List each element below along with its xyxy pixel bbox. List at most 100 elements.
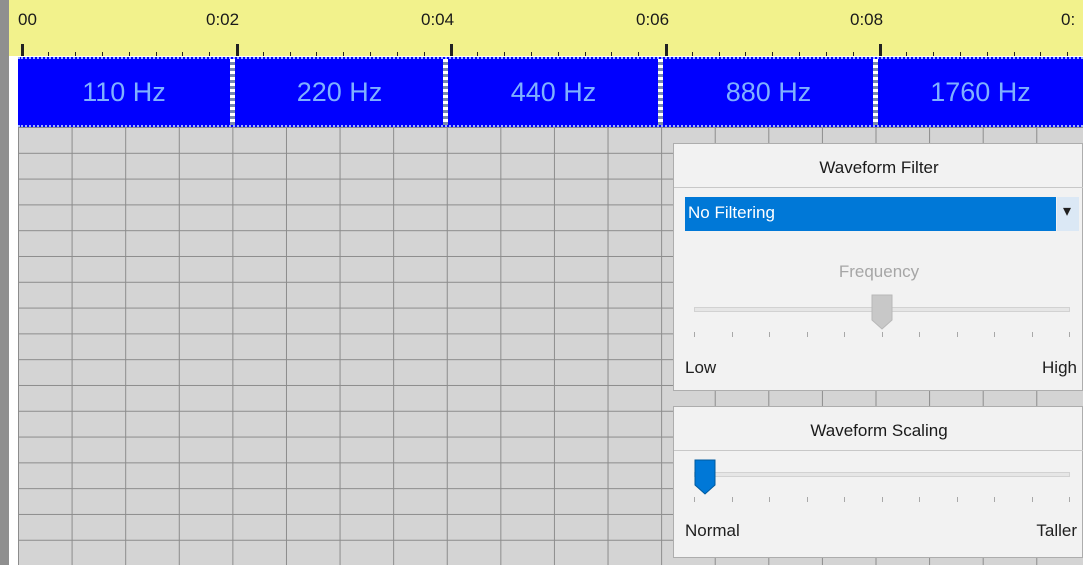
ruler-minor-tick	[1013, 52, 1015, 56]
ruler-minor-tick	[504, 52, 506, 56]
slider-tick	[957, 497, 958, 502]
ruler-minor-tick	[638, 52, 640, 56]
waveform-filter-title: Waveform Filter	[819, 158, 939, 177]
ruler-minor-tick	[718, 52, 720, 56]
ruler-minor-tick	[343, 52, 345, 56]
slider-tick	[732, 497, 733, 502]
segment-label: 1760 Hz	[930, 76, 1031, 107]
chevron-down-icon: ▾	[1063, 203, 1072, 220]
ruler-minor-tick	[745, 52, 747, 56]
slider-tick	[844, 332, 845, 337]
slider-tick	[769, 332, 770, 337]
ruler-label-0-04: 0:04	[421, 10, 455, 29]
ruler-minor-tick	[101, 52, 103, 56]
panel-divider	[674, 450, 1083, 451]
ruler-minor-tick	[799, 52, 801, 56]
ruler-minor-tick	[933, 52, 935, 56]
slider-tick	[807, 332, 808, 337]
timeline-ruler[interactable]: 00 0:02 0:04 0:06 0:08 0:	[9, 0, 1083, 56]
ruler-minor-tick	[155, 52, 157, 56]
slider-tick	[844, 497, 845, 502]
waveform-scaling-title: Waveform Scaling	[810, 421, 948, 440]
segment-880hz[interactable]: 880 Hz	[663, 59, 874, 125]
ruler-minor-tick	[906, 52, 908, 56]
ruler-minor-tick	[611, 52, 613, 56]
segment-label: 110 Hz	[82, 76, 166, 107]
slider-tick	[994, 497, 995, 502]
slider-tick	[769, 497, 770, 502]
slider-tick	[919, 332, 920, 337]
low-label: Low	[685, 358, 717, 377]
waveform-filter-panel: Waveform Filter No Filtering ▾ Frequency…	[673, 143, 1083, 391]
ruler-minor-tick	[477, 52, 479, 56]
ruler-major-tick	[664, 44, 668, 56]
filter-dropdown-button[interactable]: ▾	[1057, 197, 1079, 231]
slider-tick	[732, 332, 733, 337]
segment-110hz[interactable]: 110 Hz	[18, 59, 230, 125]
slider-tick	[919, 497, 920, 502]
taller-label: Taller	[1036, 521, 1077, 540]
high-label: High	[1042, 358, 1077, 377]
ruler-minor-tick	[75, 52, 77, 56]
ruler-major-tick	[21, 44, 24, 56]
slider-tick	[994, 332, 995, 337]
segment-1760hz[interactable]: 1760 Hz	[878, 59, 1083, 125]
filter-select-value: No Filtering	[688, 203, 775, 222]
ruler-minor-tick	[530, 52, 532, 56]
ruler-minor-tick	[959, 52, 961, 56]
ruler-label-0-06: 0:06	[636, 10, 670, 29]
slider-thumb-icon[interactable]	[694, 459, 716, 495]
slider-thumb-icon[interactable]	[871, 294, 893, 330]
slider-tick	[1069, 332, 1070, 337]
ruler-minor-tick	[852, 52, 854, 56]
scaling-slider-track	[694, 472, 1070, 477]
frequency-segments[interactable]: 110 Hz 220 Hz 440 Hz 880 Hz 1760 Hz	[18, 57, 1083, 127]
slider-tick	[807, 497, 808, 502]
slider-tick	[1032, 497, 1033, 502]
ruler-major-tick	[450, 44, 453, 56]
frequency-slider[interactable]	[694, 294, 1070, 342]
slider-tick	[882, 497, 883, 502]
segment-label: 880 Hz	[725, 76, 812, 107]
ruler-minor-tick	[986, 52, 988, 56]
slider-tick	[882, 332, 883, 337]
ruler-minor-tick	[584, 52, 586, 56]
ruler-label-0-08: 0:08	[850, 10, 884, 29]
ruler-minor-tick	[128, 52, 130, 56]
ruler-label-0-00: 00	[18, 10, 37, 29]
waveform-scaling-slider[interactable]	[694, 459, 1070, 507]
ruler-minor-tick	[825, 52, 827, 56]
ruler-minor-tick	[691, 52, 693, 56]
slider-tick	[957, 332, 958, 337]
filter-select[interactable]: No Filtering	[685, 197, 1056, 231]
ruler-label-0-10: 0:	[1061, 10, 1076, 29]
waveform-scaling-panel: Waveform Scaling Normal Taller	[673, 406, 1083, 558]
segment-label: 440 Hz	[510, 76, 597, 107]
ruler-label-0-02: 0:02	[206, 10, 240, 29]
ruler-minor-tick	[396, 52, 398, 56]
segment-440hz[interactable]: 440 Hz	[448, 59, 659, 125]
slider-tick	[1032, 332, 1033, 337]
normal-label: Normal	[685, 521, 740, 540]
segment-220hz[interactable]: 220 Hz	[235, 59, 444, 125]
ruler-minor-tick	[557, 52, 559, 56]
waveform-editor: 00 0:02 0:04 0:06 0:08 0: 110 Hz 220 Hz …	[0, 0, 1083, 565]
ruler-minor-tick	[772, 52, 774, 56]
ruler-minor-tick	[209, 52, 211, 56]
ruler-minor-tick	[423, 52, 425, 56]
panel-divider	[674, 187, 1083, 188]
ruler-minor-tick	[48, 52, 50, 56]
slider-tick	[694, 332, 695, 337]
ruler-minor-tick	[262, 52, 264, 56]
segment-label: 220 Hz	[296, 76, 383, 107]
left-edge-bar	[0, 0, 9, 565]
ruler-minor-tick	[370, 52, 372, 56]
ruler-major-tick	[879, 44, 882, 56]
ruler-minor-tick	[316, 52, 318, 56]
ruler-minor-tick	[182, 52, 184, 56]
slider-tick	[694, 497, 695, 502]
ruler-minor-tick	[289, 52, 291, 56]
frequency-label: Frequency	[838, 262, 920, 281]
ruler-minor-tick	[1067, 52, 1069, 56]
slider-tick	[1069, 497, 1070, 502]
